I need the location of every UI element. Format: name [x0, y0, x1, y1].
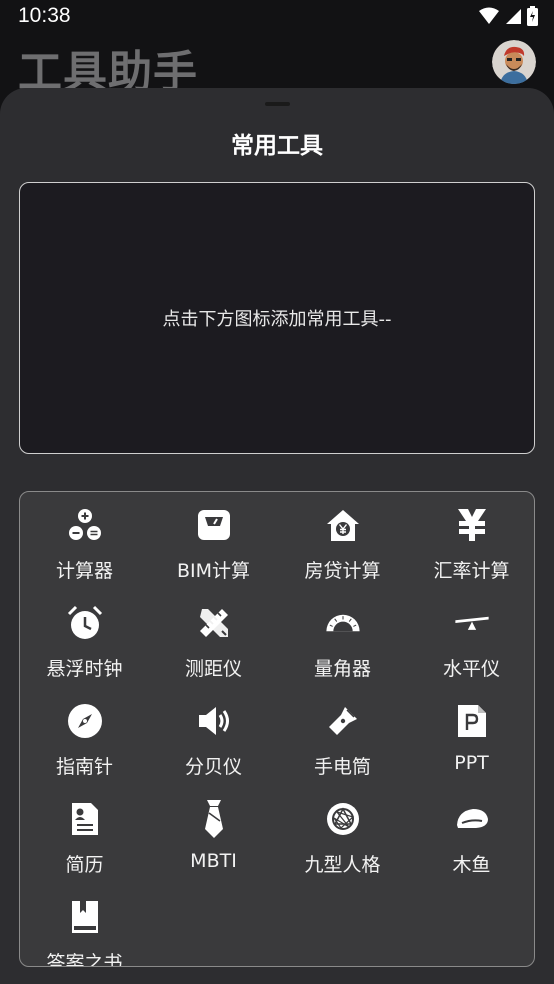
avatar[interactable]	[492, 40, 536, 84]
tool-mbti[interactable]: MBTI	[149, 786, 278, 884]
tools-grid: 计算器 BIM计算 房贷计算 汇率计算 悬浮时钟 测距仪 量角器 水平仪 指南针…	[19, 491, 535, 967]
compass-icon	[67, 703, 103, 739]
tool-label: 量角器	[313, 658, 371, 680]
alarm-clock-icon	[67, 605, 103, 641]
tool-book-of-answers[interactable]: 答案之书	[20, 884, 149, 967]
protractor-icon	[325, 605, 361, 641]
tie-icon	[196, 800, 232, 838]
ppt-icon	[454, 703, 490, 739]
book-icon	[67, 899, 103, 935]
tool-label: 答案之书	[46, 952, 123, 967]
battery-icon	[527, 6, 538, 31]
level-icon	[454, 605, 490, 641]
flashlight-icon	[325, 703, 361, 739]
scale-icon	[196, 507, 232, 543]
house-yen-icon	[325, 507, 361, 543]
tool-decibel[interactable]: 分贝仪	[149, 688, 278, 786]
tool-label: MBTI	[190, 850, 237, 872]
tool-wooden-fish[interactable]: 木鱼	[407, 786, 534, 884]
tool-label: 九型人格	[304, 854, 381, 876]
tool-rangefinder[interactable]: 测距仪	[149, 590, 278, 688]
status-icons	[479, 6, 538, 31]
tool-bim[interactable]: BIM计算	[149, 492, 278, 590]
tool-enneagram[interactable]: 九型人格	[278, 786, 407, 884]
exchange-icon	[454, 507, 490, 543]
tool-label: PPT	[454, 752, 489, 774]
tool-label: 指南针	[55, 756, 113, 778]
tool-exchange[interactable]: 汇率计算	[407, 492, 534, 590]
wifi-icon	[479, 7, 499, 30]
tool-label: 水平仪	[442, 658, 500, 680]
status-time: 10:38	[18, 4, 71, 27]
calculator-icon	[67, 507, 103, 543]
wooden-fish-icon	[454, 801, 490, 837]
tool-label: 计算器	[55, 560, 113, 582]
tool-resume[interactable]: 简历	[20, 786, 149, 884]
app-header: 工具助手	[0, 34, 554, 98]
tool-label: 木鱼	[452, 854, 491, 876]
tool-label: BIM计算	[176, 560, 251, 582]
enneagram-icon	[325, 801, 361, 837]
resume-icon	[67, 801, 103, 837]
common-tools-area: 点击下方图标添加常用工具--	[19, 182, 535, 454]
tool-label: 分贝仪	[184, 756, 242, 778]
signal-icon	[505, 7, 521, 30]
tool-mortgage[interactable]: 房贷计算	[278, 492, 407, 590]
tool-compass[interactable]: 指南针	[20, 688, 149, 786]
tool-label: 简历	[65, 854, 104, 876]
tool-calculator[interactable]: 计算器	[20, 492, 149, 590]
speaker-icon	[196, 703, 232, 739]
tool-ppt[interactable]: PPT	[407, 688, 534, 786]
ruler-pencil-icon	[196, 605, 232, 641]
tool-label: 房贷计算	[304, 560, 381, 582]
tool-label: 悬浮时钟	[46, 658, 123, 680]
sheet-title: 常用工具	[231, 133, 323, 159]
tools-bottom-sheet: 常用工具 点击下方图标添加常用工具-- 计算器 BIM计算 房贷计算 汇率计算 …	[0, 88, 554, 984]
drag-handle[interactable]	[265, 102, 290, 106]
tool-level[interactable]: 水平仪	[407, 590, 534, 688]
tool-protractor[interactable]: 量角器	[278, 590, 407, 688]
empty-hint: 点击下方图标添加常用工具--	[162, 309, 392, 330]
tool-flashlight[interactable]: 手电筒	[278, 688, 407, 786]
tool-floating-clock[interactable]: 悬浮时钟	[20, 590, 149, 688]
tool-label: 手电筒	[313, 756, 371, 778]
tool-label: 汇率计算	[433, 560, 510, 582]
status-bar: 10:38	[0, 0, 554, 34]
tool-label: 测距仪	[184, 658, 242, 680]
